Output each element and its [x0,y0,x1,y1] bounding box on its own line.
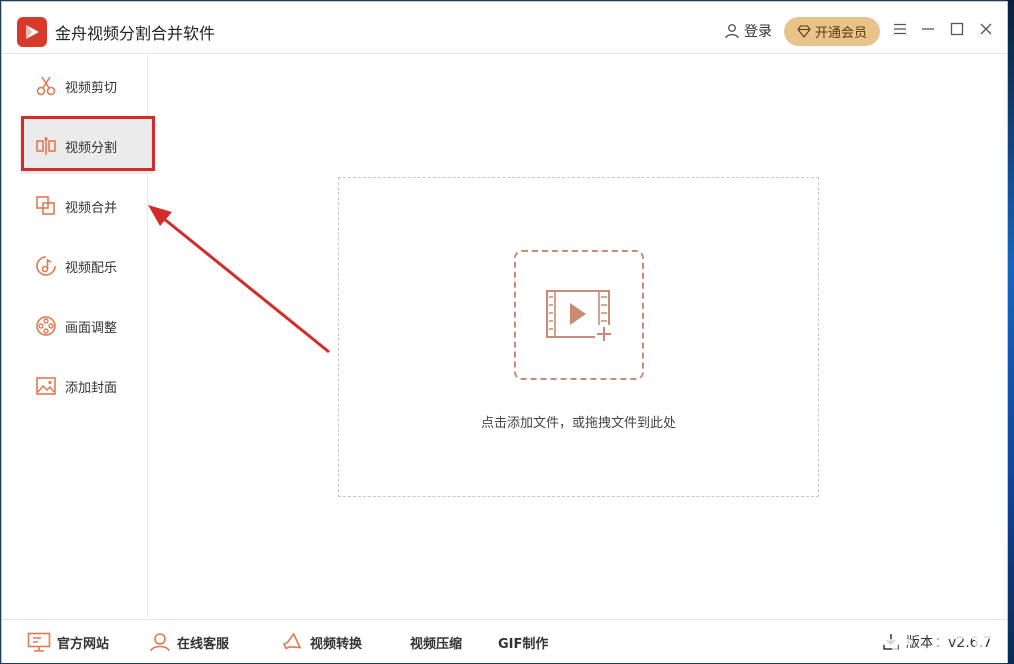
title-bar: 金舟视频分割合并软件 登录 开通会员 [2,2,1007,54]
menu-button[interactable] [891,20,909,38]
gif-label: GIF制作 [498,636,549,652]
download-icon [883,634,899,650]
sidebar-item-adjust[interactable]: 画面调整 [20,298,154,354]
vip-label: 开通会员 [814,26,867,41]
file-drop-zone[interactable]: 点击添加文件，或拖拽文件到此处 [338,177,819,497]
compress-link[interactable]: 视频压缩 [410,631,462,653]
sidebar-item-split[interactable]: 视频分割 [20,118,154,174]
login-label: 登录 [744,24,772,40]
app-window: 金舟视频分割合并软件 登录 开通会员 视频剪切 视频分割 视频合并 视频配乐 画… [1,1,1008,663]
support-link[interactable]: 在线客服 [149,631,229,653]
website-label: 官方网站 [57,636,110,652]
maximize-icon [950,22,964,36]
minimize-icon [922,28,934,30]
sidebar-item-label: 添加封面 [65,380,118,396]
convert-label: 视频转换 [310,636,363,652]
megaphone-icon [282,632,302,650]
sidebar-item-cover[interactable]: 添加封面 [20,358,154,414]
gif-link[interactable]: GIF制作 [498,631,548,653]
sidebar-item-cut[interactable]: 视频剪切 [20,58,154,114]
compress-label: 视频压缩 [410,636,463,652]
user-icon [725,24,739,39]
add-video-icon [546,290,613,343]
version-info[interactable]: 版本：v2.6.7 [882,632,992,652]
sidebar-item-label: 视频合并 [65,200,118,216]
merge-icon [36,196,55,215]
film-reel-icon [36,316,56,336]
app-logo-icon [17,17,47,47]
app-title: 金舟视频分割合并软件 [55,24,216,43]
drop-hint-text: 点击添加文件，或拖拽文件到此处 [480,416,676,431]
image-icon [36,377,56,395]
music-icon [36,256,56,276]
minimize-button[interactable] [919,20,937,38]
sidebar-item-label: 画面调整 [65,320,118,336]
add-file-button[interactable] [514,250,644,380]
monitor-icon [27,632,51,652]
menu-icon [894,23,906,35]
close-icon [980,23,992,35]
sidebar-item-music[interactable]: 视频配乐 [20,238,154,294]
support-label: 在线客服 [177,636,230,652]
split-icon [36,137,56,155]
diamond-icon [797,25,811,38]
sidebar-item-label: 视频剪切 [65,80,118,96]
sidebar-item-merge[interactable]: 视频合并 [20,178,154,234]
version-label: 版本：v2.6.7 [906,635,992,651]
vip-button[interactable]: 开通会员 [784,17,880,46]
convert-link[interactable]: 视频转换 [282,631,362,653]
website-link[interactable]: 官方网站 [27,631,109,653]
bottom-bar: 官方网站 在线客服 视频转换 视频压缩 GIF制作 版本：v2.6.7 [2,619,1007,663]
scissors-icon [36,76,56,96]
headset-icon [150,633,170,652]
close-button[interactable] [977,20,995,38]
login-button[interactable]: 登录 [724,21,772,41]
sidebar-item-label: 视频配乐 [65,260,118,276]
maximize-button[interactable] [948,20,966,38]
sidebar-item-label: 视频分割 [65,140,118,156]
